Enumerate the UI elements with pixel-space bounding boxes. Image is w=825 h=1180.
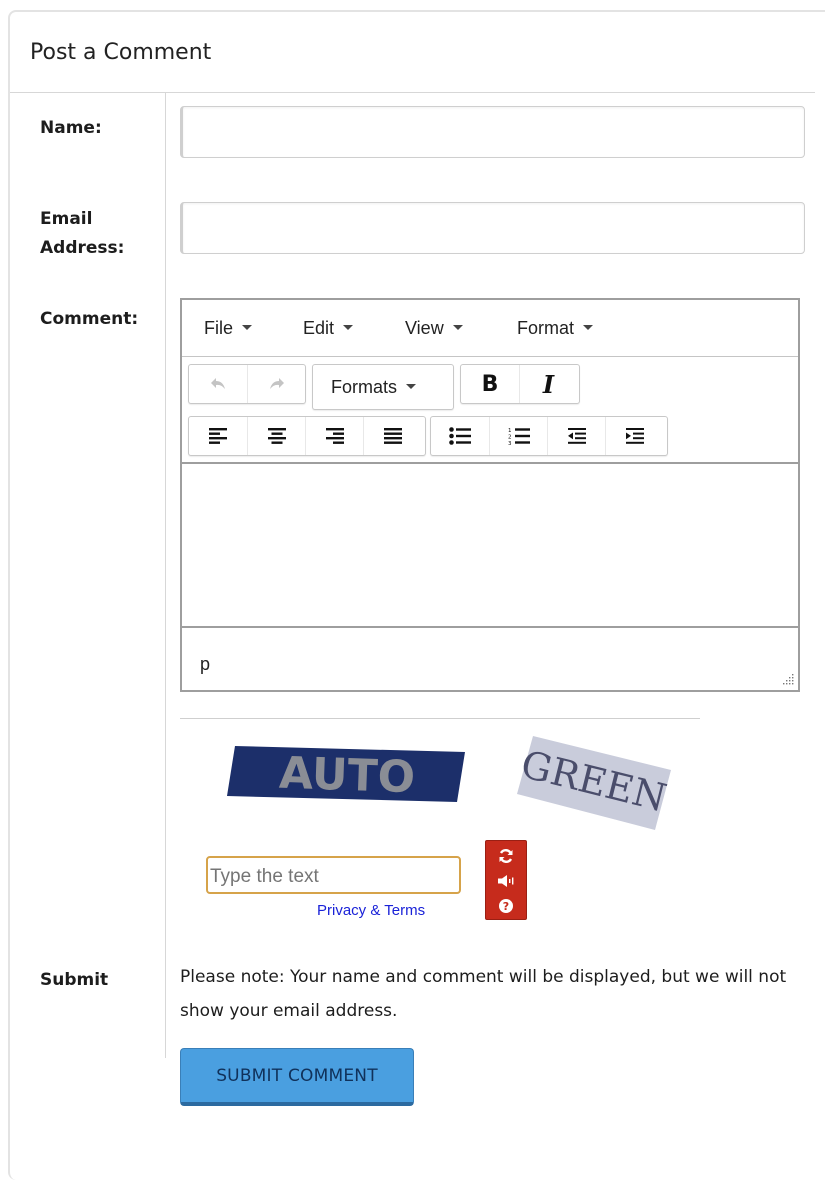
text-style-group: B I: [460, 364, 580, 404]
title-divider: [10, 92, 815, 93]
menu-view-label: View: [405, 318, 444, 338]
captcha-divider: [180, 718, 700, 719]
menu-edit-label: Edit: [303, 318, 335, 338]
numbered-list-icon: 123: [508, 428, 530, 445]
svg-text:?: ?: [503, 900, 509, 913]
chevron-down-icon: [343, 324, 354, 330]
captcha-answer-input[interactable]: [206, 856, 461, 894]
undo-icon: [211, 378, 225, 389]
numbered-list-button[interactable]: 123: [489, 417, 547, 455]
menu-file-label: File: [204, 318, 234, 338]
captcha-audio-button[interactable]: [486, 868, 526, 893]
captcha-word-1: AUTO: [278, 748, 416, 804]
menu-edit[interactable]: Edit: [303, 318, 354, 339]
menu-format[interactable]: Format: [517, 318, 594, 339]
align-left-button[interactable]: [189, 417, 247, 455]
bold-button[interactable]: B: [461, 365, 519, 403]
panel-title: Post a Comment: [30, 40, 212, 65]
privacy-terms-link[interactable]: Privacy & Terms: [317, 902, 425, 919]
indent-icon: [625, 428, 644, 444]
align-left-icon: [209, 428, 227, 444]
svg-text:1: 1: [508, 428, 512, 434]
rich-text-editor: File Edit View Format Formats B I 1 2 3 …: [180, 298, 800, 692]
italic-button[interactable]: I: [519, 365, 577, 403]
element-path[interactable]: p: [200, 654, 210, 675]
list-group: 123: [430, 416, 668, 456]
submit-label: Submit: [40, 970, 109, 990]
redo-icon: [269, 378, 284, 389]
formats-dropdown[interactable]: Formats: [312, 364, 454, 410]
history-group: [188, 364, 306, 404]
chevron-down-icon: [452, 324, 463, 330]
menu-file[interactable]: File: [204, 318, 253, 339]
bullet-list-icon: [449, 427, 471, 445]
svg-text:3: 3: [508, 441, 512, 445]
email-input[interactable]: [180, 202, 805, 254]
bullet-list-button[interactable]: [431, 417, 489, 455]
italic-icon: I: [542, 369, 555, 399]
menu-format-label: Format: [517, 318, 575, 338]
captcha-controls: ?: [485, 840, 527, 920]
menu-view[interactable]: View: [405, 318, 463, 339]
outdent-button[interactable]: [547, 417, 605, 455]
align-center-button[interactable]: [247, 417, 305, 455]
formats-label: Formats: [331, 377, 417, 398]
editor-statusbar: p: [182, 630, 798, 690]
help-icon: ?: [499, 898, 513, 913]
editor-menubar: File Edit View Format: [182, 300, 798, 357]
editor-content-area[interactable]: [182, 466, 798, 628]
outdent-icon: [567, 428, 586, 444]
resize-handle-icon[interactable]: [782, 674, 794, 686]
captcha-image-1: AUTO: [227, 746, 465, 804]
undo-button[interactable]: [189, 365, 247, 403]
name-label: Name:: [40, 118, 102, 138]
captcha-help-button[interactable]: ?: [486, 893, 526, 918]
audio-icon: [498, 874, 514, 887]
redo-button[interactable]: [247, 365, 305, 403]
chevron-down-icon: [583, 324, 594, 330]
email-label-line2: Address:: [40, 238, 125, 258]
align-right-icon: [325, 428, 344, 444]
refresh-icon: [499, 848, 513, 863]
chevron-down-icon: [242, 324, 253, 330]
comment-label: Comment:: [40, 309, 139, 329]
captcha-image-2: GREEN: [517, 736, 671, 830]
svg-text:2: 2: [508, 435, 512, 441]
captcha-refresh-button[interactable]: [486, 843, 526, 868]
editor-toolbar: Formats B I 1 2 3: [182, 358, 798, 464]
column-divider: [165, 93, 166, 1058]
privacy-note: Please note: Your name and comment will …: [180, 967, 787, 1021]
submit-comment-button[interactable]: SUBMIT COMMENT: [180, 1048, 414, 1106]
align-center-icon: [267, 428, 286, 444]
align-right-button[interactable]: [305, 417, 363, 455]
email-label-line1: Email: [40, 209, 93, 229]
formats-text: Formats: [331, 377, 398, 397]
chevron-down-icon: [406, 383, 417, 389]
name-input[interactable]: [180, 106, 805, 158]
bold-icon: B: [481, 371, 499, 397]
align-justify-button[interactable]: [363, 417, 421, 455]
email-label: Email Address:: [40, 205, 124, 263]
alignment-group: [188, 416, 426, 456]
indent-button[interactable]: [605, 417, 663, 455]
align-justify-icon: [383, 428, 402, 444]
